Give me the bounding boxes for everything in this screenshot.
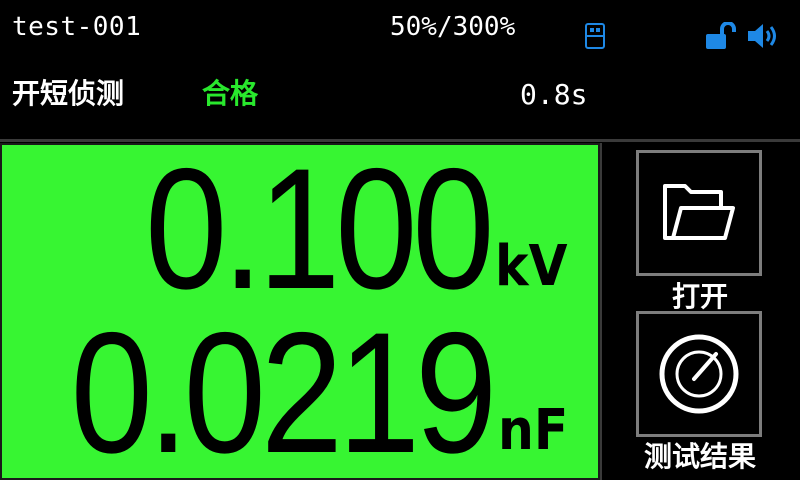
- open-file-button[interactable]: [636, 150, 762, 276]
- pass-fail-status: 合格: [202, 77, 259, 110]
- header-divider: [0, 139, 800, 142]
- open-file-label[interactable]: 打开: [630, 280, 770, 314]
- test-results-button[interactable]: [636, 311, 762, 437]
- instrument-screen: test-001 50%/300% 开短侦测 合格 0.8s 0.100 kV: [0, 0, 800, 480]
- voltage-unit: kV: [495, 234, 568, 299]
- measurement-panel: 0.100 kV 0.0219 nF: [0, 143, 600, 480]
- status-row: 开短侦测 合格 0.8s: [0, 64, 800, 124]
- folder-icon: [663, 184, 735, 240]
- load-ratio: 50%/300%: [390, 12, 516, 42]
- test-mode-label: 开短侦测: [12, 77, 125, 110]
- top-bar: test-001 50%/300%: [0, 0, 800, 58]
- elapsed-time: 0.8s: [520, 78, 588, 111]
- file-name[interactable]: test-001: [12, 10, 141, 44]
- side-divider: [600, 143, 602, 480]
- usb-icon: [585, 23, 605, 49]
- speaker-icon[interactable]: [746, 22, 782, 50]
- voltage-reading: 0.100 kV: [89, 143, 576, 325]
- capacitance-value: 0.0219: [70, 297, 497, 480]
- test-results-label[interactable]: 测试结果: [630, 440, 770, 474]
- voltage-value: 0.100: [145, 143, 495, 325]
- capacitance-unit: nF: [497, 398, 569, 463]
- capacitance-reading: 0.0219 nF: [2, 297, 576, 480]
- unlocked-padlock-icon[interactable]: [704, 22, 740, 50]
- gauge-icon: [659, 334, 739, 414]
